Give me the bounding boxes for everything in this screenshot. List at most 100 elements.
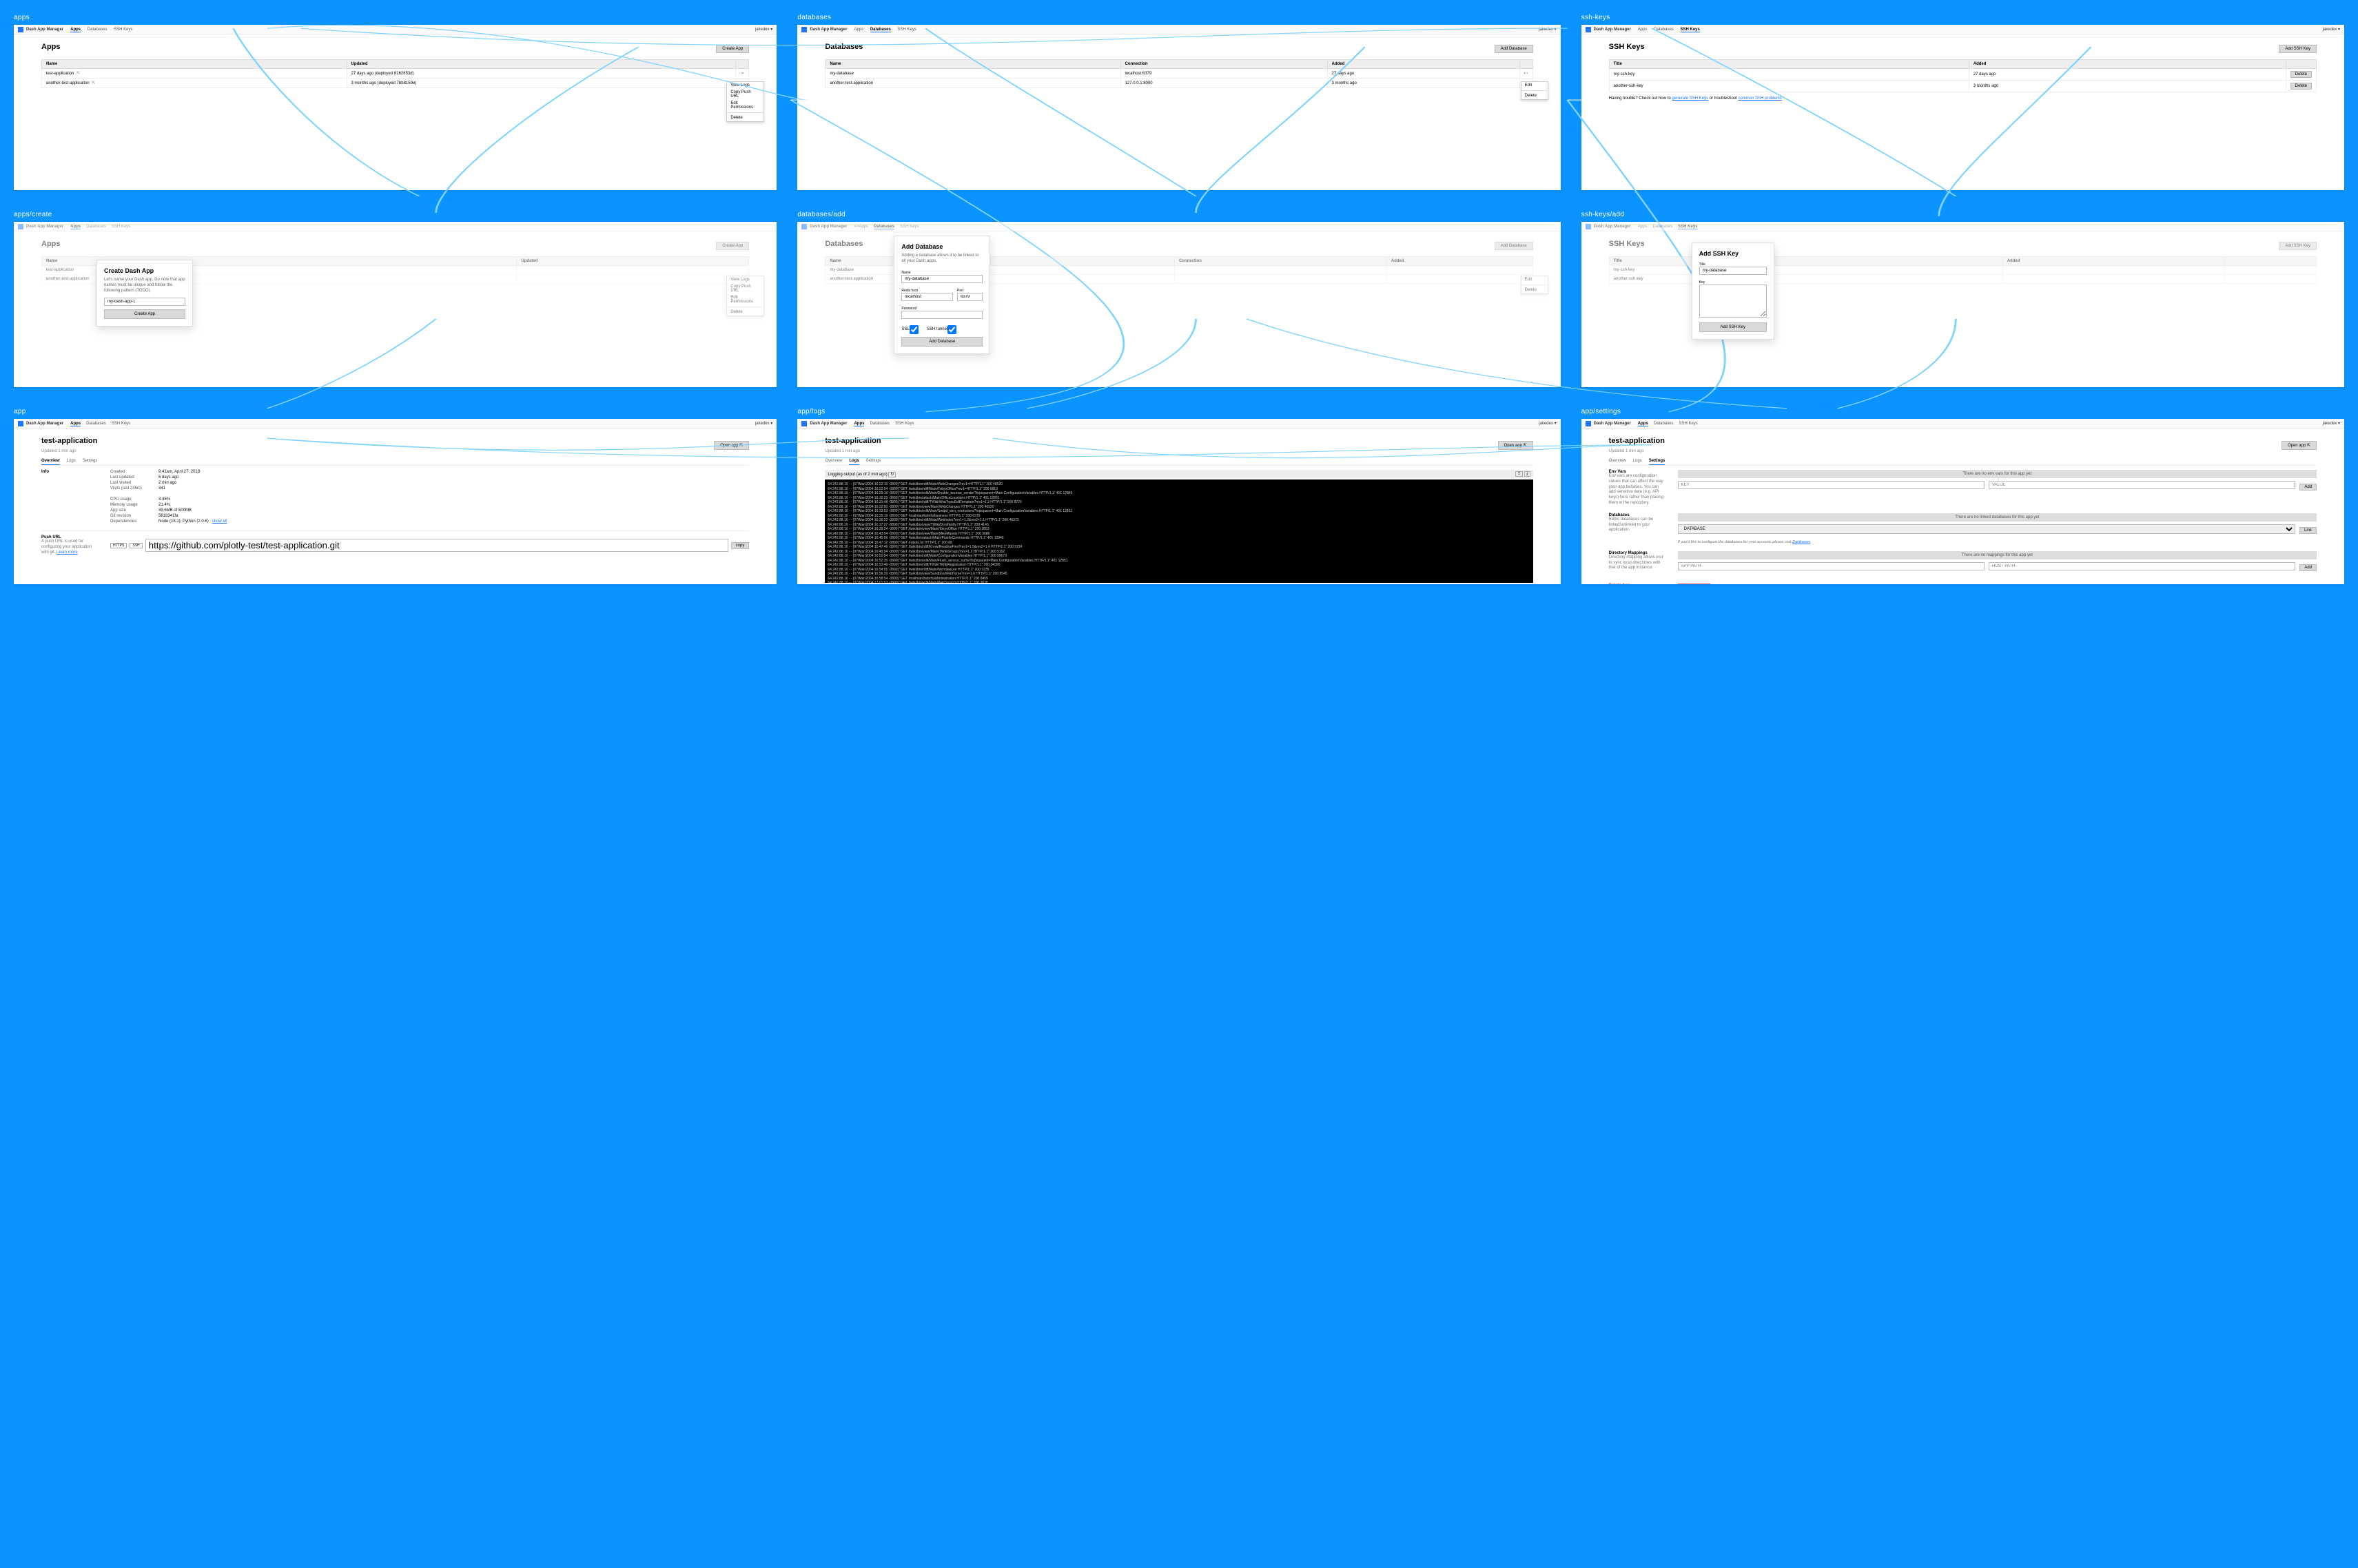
brand: Dash App Manager: [26, 28, 63, 32]
dir-app-input[interactable]: [1678, 562, 1985, 570]
external-link-icon[interactable]: ⇱: [92, 81, 95, 85]
tab-settings[interactable]: Settings: [866, 457, 881, 465]
nav-databases[interactable]: Databases: [88, 28, 107, 32]
col-updated: Updated: [347, 60, 736, 69]
ctx-edit-perm[interactable]: Edit Permissions: [727, 100, 763, 111]
ctx-delete[interactable]: Delete: [1521, 92, 1548, 99]
tab-logs[interactable]: Logs: [1633, 457, 1642, 465]
board-label: apps/create: [14, 211, 777, 218]
dir-host-input[interactable]: [1989, 562, 2295, 570]
nav-ssh[interactable]: SSH Keys: [114, 28, 132, 32]
open-app-button[interactable]: Open app ⇱: [714, 441, 749, 450]
ssh-title-input[interactable]: [1699, 267, 1767, 275]
nav-apps[interactable]: Apps: [70, 422, 81, 426]
context-menu: Edit Delete: [1521, 81, 1548, 100]
tab-overview[interactable]: Overview: [825, 457, 842, 465]
dir-empty: There are no mappings for this app yet: [1678, 551, 2317, 559]
nav-databases[interactable]: Databases: [870, 28, 891, 32]
tab-settings[interactable]: Settings: [1649, 457, 1665, 465]
delete-key-button[interactable]: Delete: [2290, 71, 2312, 78]
board-label: app: [14, 408, 777, 415]
tab-overview[interactable]: Overview: [1609, 457, 1626, 465]
ssh-help-text: Having trouble? Check out how to generat…: [1609, 96, 2317, 101]
share-icon[interactable]: ⇪: [1515, 471, 1523, 477]
table-row[interactable]: another-test-application ⇱ 3 months ago …: [42, 79, 749, 88]
add-database-submit[interactable]: Add Database: [901, 337, 983, 347]
board-label: apps: [14, 14, 777, 21]
nav-ssh[interactable]: SSH Keys: [1681, 28, 1700, 32]
table-row: another-ssh-key3 months agoDelete: [1609, 81, 2316, 92]
app-name-input[interactable]: [104, 298, 185, 306]
ssh-toggle[interactable]: SSH: [130, 543, 142, 548]
db-password-input[interactable]: [901, 311, 983, 319]
ctx-edit[interactable]: Edit: [1521, 82, 1548, 89]
ssh-key-textarea[interactable]: [1699, 285, 1767, 318]
user-menu[interactable]: jakedex ▾: [755, 421, 772, 426]
open-app-button[interactable]: Open app ⇱: [2282, 441, 2317, 450]
download-icon[interactable]: ⤓: [1524, 471, 1530, 477]
tab-logs[interactable]: Logs: [849, 457, 859, 465]
user-menu[interactable]: jakedex ▾: [755, 27, 772, 32]
board-label: databases/add: [797, 211, 1560, 218]
nav-apps[interactable]: Apps: [1638, 28, 1648, 32]
table-row[interactable]: test-application ⇱ 27 days ago (deployed…: [42, 69, 749, 79]
db-name-input[interactable]: [901, 275, 983, 283]
ssl-checkbox[interactable]: [910, 325, 919, 334]
open-app-button[interactable]: Open app ⇱: [1498, 441, 1533, 450]
add-ssh-key-button[interactable]: Add SSH Key: [2279, 45, 2317, 53]
gen-ssh-link[interactable]: generate SSH Keys: [1672, 96, 1708, 101]
dir-add-button[interactable]: Add: [2299, 564, 2317, 571]
env-empty: There are no env vars for this app yet: [1678, 470, 2317, 478]
push-url-input[interactable]: [145, 539, 728, 552]
ctx-view-logs[interactable]: View Logs: [727, 82, 763, 89]
app-name: test-application: [41, 437, 97, 445]
table-row[interactable]: another-test-application127.0.0.1:80003 …: [826, 79, 1532, 88]
tab-logs[interactable]: Logs: [67, 457, 76, 465]
db-select[interactable]: DATABASE: [1678, 524, 2295, 534]
table-row[interactable]: my-databaselocalhost:637927 days ago⋯: [826, 69, 1532, 79]
db-link-button[interactable]: Link: [2299, 527, 2317, 534]
board-label: app/logs: [797, 408, 1560, 415]
https-toggle[interactable]: HTTPS: [110, 543, 127, 548]
tab-overview[interactable]: Overview: [41, 457, 60, 465]
external-link-icon[interactable]: ⇱: [76, 72, 80, 76]
add-database-button[interactable]: Add Database: [1495, 45, 1533, 53]
create-app-submit[interactable]: Create App: [104, 309, 185, 319]
modal-title: Create Dash App: [104, 267, 185, 274]
nav-ssh[interactable]: SSH Keys: [898, 28, 916, 32]
nav-apps[interactable]: Apps: [854, 28, 863, 32]
ctx-copy-push[interactable]: Copy Push URL: [727, 89, 763, 100]
db-port-input[interactable]: [957, 293, 983, 301]
ssh-tunnel-checkbox[interactable]: [947, 325, 956, 334]
logo-icon: [18, 421, 23, 426]
add-ssh-submit[interactable]: Add SSH Key: [1699, 322, 1767, 332]
board-label: ssh-keys/add: [1581, 211, 2344, 218]
env-add-button[interactable]: Add: [2299, 484, 2317, 491]
user-menu[interactable]: jakedex ▾: [2323, 27, 2340, 32]
apps-table: Name Updated test-application ⇱ 27 days …: [41, 59, 749, 88]
deps-showall-link[interactable]: show all: [212, 519, 227, 524]
logo-icon: [801, 27, 807, 32]
db-config-link[interactable]: Databases: [1792, 540, 1810, 544]
nav-apps[interactable]: Apps: [70, 28, 81, 32]
user-menu[interactable]: jakedex ▾: [1539, 27, 1556, 32]
env-key-input[interactable]: [1678, 481, 1985, 489]
page-title: Databases: [825, 43, 863, 51]
tab-settings[interactable]: Settings: [83, 457, 98, 465]
log-terminal[interactable]: 64.242.88.10 - - [07/Mar/2004:16:22:10 -…: [825, 479, 1532, 583]
delete-key-button[interactable]: Delete: [2290, 83, 2312, 90]
learn-more-link[interactable]: Learn more: [57, 550, 78, 555]
board-label: ssh-keys: [1581, 14, 2344, 21]
ssh-problems-link[interactable]: common SSH problems: [1738, 96, 1781, 101]
env-value-input[interactable]: [1989, 481, 2295, 489]
add-database-modal: Add Database Adding a database allows it…: [894, 236, 990, 354]
copy-url-button[interactable]: copy: [731, 542, 750, 549]
nav-ssh[interactable]: SSH Keys: [112, 422, 130, 426]
db-host-input[interactable]: [901, 293, 953, 301]
refresh-icon[interactable]: ↻: [888, 472, 896, 477]
create-app-button[interactable]: Create App: [716, 45, 749, 53]
nav-databases[interactable]: Databases: [1654, 28, 1674, 32]
ctx-delete[interactable]: Delete: [727, 114, 763, 121]
nav-databases[interactable]: Databases: [86, 422, 106, 426]
board-label: app/settings: [1581, 408, 2344, 415]
